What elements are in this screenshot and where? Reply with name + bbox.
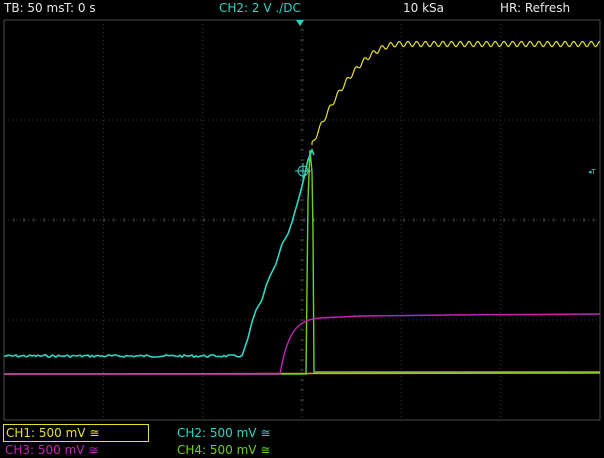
acquisition-mode-readout[interactable]: HR: Refresh <box>500 1 570 15</box>
sample-rate-readout[interactable]: 10 kSa <box>403 1 444 15</box>
status-bar: TB: 50 ms T: 0 s CH2: 2 V ./DC 10 kSa HR… <box>0 0 604 18</box>
channel-1-label[interactable]: CH1: 500 mV ≅ <box>3 424 149 442</box>
trace-ch1 <box>311 40 601 145</box>
trigger-position-marker[interactable] <box>296 20 304 26</box>
channel-4-label[interactable]: CH4: 500 mV ≅ <box>177 442 270 458</box>
trigger-time-readout[interactable]: T: 0 s <box>64 1 96 15</box>
graticule <box>3 19 601 421</box>
waveform-display[interactable]: ◂T <box>0 18 604 422</box>
channel-2-label[interactable]: CH2: 500 mV ≅ <box>177 425 270 441</box>
channel-3-label[interactable]: CH3: 500 mV ≅ <box>5 442 98 458</box>
trace-ch2 <box>3 147 315 359</box>
timebase-readout[interactable]: TB: 50 ms <box>4 1 64 15</box>
channel-bar: CH1: 500 mV ≅ CH2: 500 mV ≅ CH3: 500 mV … <box>0 422 604 458</box>
channel-setting-readout[interactable]: CH2: 2 V ./DC <box>219 1 301 15</box>
trigger-level-marker[interactable]: ◂T <box>588 168 597 176</box>
